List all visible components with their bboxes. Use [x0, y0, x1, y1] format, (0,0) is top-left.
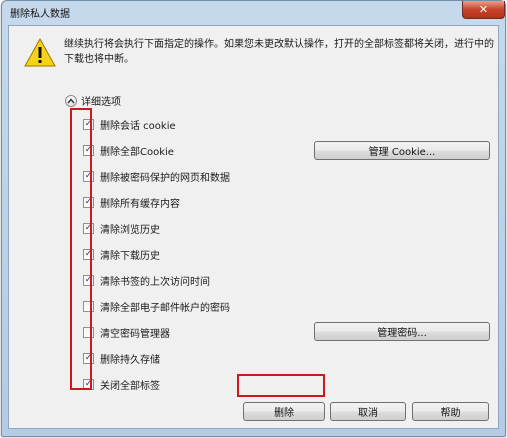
- option-row[interactable]: ✓ 删除会话 cookie: [83, 117, 176, 132]
- option-checkbox[interactable]: [83, 326, 94, 338]
- option-row[interactable]: ✓ 清除浏览历史: [83, 221, 160, 236]
- option-row[interactable]: ✓ 删除全部Cookie: [83, 143, 174, 158]
- window-title: 删除私人数据: [10, 9, 70, 20]
- option-checkbox[interactable]: [83, 300, 94, 312]
- option-label: 清除书签的上次访问时间: [100, 276, 210, 288]
- option-checkbox[interactable]: ✓: [83, 144, 94, 156]
- option-label: 清除下载历史: [100, 250, 160, 262]
- cancel-button[interactable]: 取消: [330, 402, 406, 421]
- option-checkbox[interactable]: ✓: [83, 118, 94, 130]
- option-label: 关闭全部标签: [100, 380, 160, 392]
- option-row[interactable]: ✓ 清除书签的上次访问时间: [83, 273, 210, 288]
- help-button[interactable]: 帮助: [412, 402, 489, 421]
- option-row[interactable]: ✓ 删除被密码保护的网页和数据: [83, 169, 230, 184]
- close-button[interactable]: ✕: [462, 1, 505, 19]
- option-label: 删除全部Cookie: [100, 146, 174, 158]
- option-row[interactable]: ✓ 删除持久存储: [83, 351, 160, 366]
- option-label: 清空密码管理器: [100, 328, 170, 340]
- warning-message: 继续执行将会执行下面指定的操作。如果您未更改默认操作，打开的全部标签都将关闭，进…: [64, 39, 494, 65]
- close-icon: ✕: [478, 3, 489, 16]
- dialog-body: 继续执行将会执行下面指定的操作。如果您未更改默认操作，打开的全部标签都将关闭，进…: [8, 25, 499, 429]
- option-label: 删除被密码保护的网页和数据: [100, 172, 230, 184]
- title-bar[interactable]: 删除私人数据 ✕: [2, 1, 505, 25]
- option-label: 删除持久存储: [100, 354, 160, 366]
- option-row[interactable]: ✓ 删除所有缓存内容: [83, 195, 180, 210]
- delete-button[interactable]: 删除: [243, 402, 325, 421]
- option-checkbox[interactable]: ✓: [83, 196, 94, 208]
- option-label: 清除浏览历史: [100, 224, 160, 236]
- dialog-window: 删除私人数据 ✕ 继续执行将会执行下面指定的操作。如果您未更改默认操作，打开的全…: [1, 0, 506, 437]
- option-checkbox[interactable]: ✓: [83, 222, 94, 234]
- option-row[interactable]: 清空密码管理器: [83, 325, 170, 340]
- option-label: 清除全部电子邮件帐户的密码: [100, 302, 230, 314]
- chevron-up-icon: [65, 94, 77, 107]
- warning-icon: [24, 38, 56, 67]
- option-label: 删除所有缓存内容: [100, 198, 180, 210]
- manage-passwords-button[interactable]: 管理密码...: [314, 322, 490, 341]
- option-checkbox[interactable]: ✓: [83, 352, 94, 364]
- option-checkbox[interactable]: ✓: [83, 274, 94, 286]
- option-checkbox[interactable]: ✓: [83, 378, 94, 390]
- option-row[interactable]: ✓ 清除下载历史: [83, 247, 160, 262]
- option-checkbox[interactable]: ✓: [83, 170, 94, 182]
- manage-cookie-button[interactable]: 管理 Cookie...: [314, 141, 490, 160]
- option-row[interactable]: ✓ 关闭全部标签: [83, 377, 160, 392]
- option-row[interactable]: 清除全部电子邮件帐户的密码: [83, 299, 230, 314]
- option-checkbox[interactable]: ✓: [83, 248, 94, 260]
- details-toggle-label: 详细选项: [81, 97, 121, 108]
- option-label: 删除会话 cookie: [100, 120, 176, 132]
- details-toggle[interactable]: 详细选项: [65, 93, 121, 108]
